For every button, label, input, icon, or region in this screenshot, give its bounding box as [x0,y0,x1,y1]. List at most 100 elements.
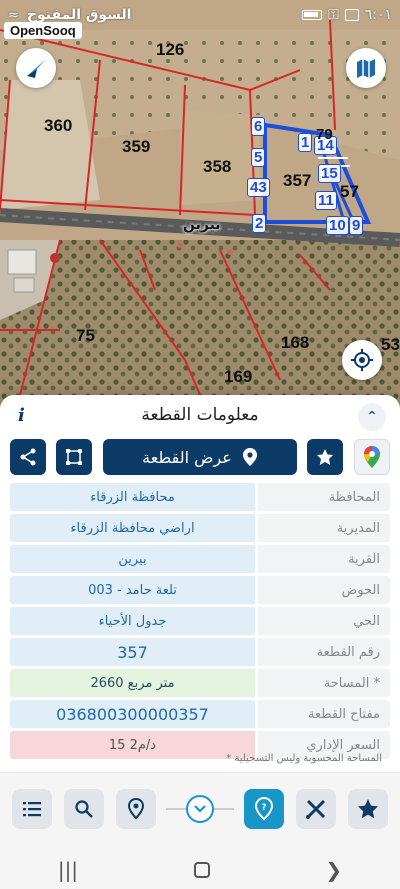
parcel-number-label: رقم القطعة [258,638,390,666]
compass-north-icon [27,60,45,78]
directorate-value: اراضي محافظة الزرقاء [10,514,255,542]
detail-row-area: 2660 متر مربع المساحة * [10,669,390,697]
help-pin-icon: ? [254,797,274,821]
share-icon [20,448,36,466]
panel-header: i معلومات القطعة ⌃ [0,395,400,435]
parcel-info-panel: i معلومات القطعة ⌃ عرض القطعة محافظة الز… [0,395,400,805]
back-icon[interactable]: ❯ [325,858,342,882]
polygon-select-icon [66,449,82,465]
parcel-number-value: 357 [10,638,255,666]
key-icon: ⚿ [328,7,339,23]
neighborhood-label: الحي [258,607,390,635]
opensooq-watermark: OpenSooq [4,22,82,39]
polygon-vertex-label: 1 [298,133,313,152]
carrier-name: السوق المفتوح [26,7,132,23]
polygon-vertex-label: 9 [349,216,364,235]
measure-tool-icon [306,799,326,819]
search-icon [75,800,93,818]
panel-title: معلومات القطعة [141,405,259,425]
area-footnote: * المساحة المحسوبة وليس التسجيلية [226,753,382,764]
polygon-vertex-label: 11 [315,191,337,210]
village-label: القرية [258,545,390,573]
parcel-number[interactable]: 358 [203,157,231,177]
map-layers-icon [357,59,375,78]
search-button[interactable] [64,789,104,829]
parcel-number[interactable]: 126 [156,40,184,60]
satellite-map[interactable]: ≈ السوق المفتوح ⚿ ٦:٠١ OpenSooq 126 360 … [0,0,400,410]
governorate-value: محافظة الزرقاء [10,483,255,511]
list-button[interactable] [12,789,52,829]
detail-row-parcel-key: 036800300000357 مفتاح القطعة [10,700,390,728]
image-icon [344,9,359,21]
status-right: ⚿ ٦:٠١ [302,7,392,23]
view-parcel-button[interactable]: عرض القطعة [103,439,297,475]
parcel-number[interactable]: 79 [316,126,333,143]
governorate-label: المحافظة [258,483,390,511]
chevron-down-icon [194,805,206,813]
parcel-number[interactable]: 168 [281,333,309,353]
expand-toolbar-button[interactable] [186,795,214,823]
app-screen: ≈ السوق المفتوح ⚿ ٦:٠١ OpenSooq 126 360 … [0,0,400,889]
parcel-key-label: مفتاح القطعة [258,700,390,728]
bottom-toolbar: ? [0,772,400,850]
admin-price-value: 15 د/م2 [10,731,255,759]
detail-row-parcel-number: 357 رقم القطعة [10,638,390,666]
parcel-key-value: 036800300000357 [10,700,255,728]
view-parcel-label: عرض القطعة [142,447,232,467]
detail-row-neighborhood: جدول الأحياء الحي [10,607,390,635]
collapse-panel-button[interactable]: ⌃ [358,403,386,431]
basin-label: الحوض [258,576,390,604]
chevron-up-icon: ⌃ [366,409,378,425]
home-icon[interactable] [193,861,210,878]
action-row: عرض القطعة [10,439,390,479]
favorites-button[interactable] [348,789,388,829]
polygon-select-button[interactable] [56,439,92,475]
battery-icon [302,10,323,20]
star-icon [317,449,333,465]
google-maps-button[interactable] [354,439,390,475]
area-label: المساحة * [258,669,390,697]
share-button[interactable] [10,439,46,475]
basin-value: تلعة حامد - 003 [10,576,255,604]
system-nav-bar: ||| ❯ [0,850,400,889]
polygon-vertex-label: 5 [251,148,266,167]
map-terrain [0,0,400,410]
parcel-number[interactable]: 357 [283,171,311,191]
detail-row-village: بيرين القرية [10,545,390,573]
svg-text:?: ? [261,803,266,813]
info-icon[interactable]: i [18,405,25,426]
parcel-number[interactable]: 57 [340,182,359,202]
detail-row-governorate: محافظة الزرقاء المحافظة [10,483,390,511]
neighborhood-value: جدول الأحياء [10,607,255,635]
location-pin-icon [242,448,257,466]
location-button[interactable] [116,789,156,829]
parcel-details: محافظة الزرقاء المحافظة اراضي محافظة الز… [10,483,390,762]
polygon-vertex-label: 10 [326,216,349,235]
detail-row-basin: تلعة حامد - 003 الحوض [10,576,390,604]
detail-row-directorate: اراضي محافظة الزرقاء المديرية [10,514,390,542]
star-icon [358,799,378,819]
parcel-number[interactable]: 75 [76,326,95,346]
measure-tool-button[interactable] [296,789,336,829]
parcel-number[interactable]: 53 [381,335,400,355]
status-left: ≈ السوق المفتوح [8,7,131,23]
list-icon [23,802,41,817]
locate-me-button[interactable] [342,340,382,380]
map-layers-button[interactable] [346,48,386,88]
parcel-number[interactable]: 359 [122,137,150,157]
location-pin-icon [127,798,145,820]
village-value: بيرين [10,545,255,573]
parcel-number[interactable]: 169 [224,367,252,387]
polygon-vertex-label: 2 [252,214,267,233]
directorate-label: المديرية [258,514,390,542]
wifi-icon: ≈ [8,7,19,23]
favorite-button[interactable] [307,439,343,475]
compass-north-button[interactable] [16,48,56,88]
polygon-vertex-label: 43 [247,178,270,197]
road-label: بيرين [183,217,221,233]
time: ٦:٠١ [364,7,392,23]
recent-apps-icon[interactable]: ||| [58,858,78,882]
parcel-number[interactable]: 360 [44,116,72,136]
polygon-vertex-label: 15 [318,164,341,183]
help-button[interactable]: ? [244,789,284,829]
